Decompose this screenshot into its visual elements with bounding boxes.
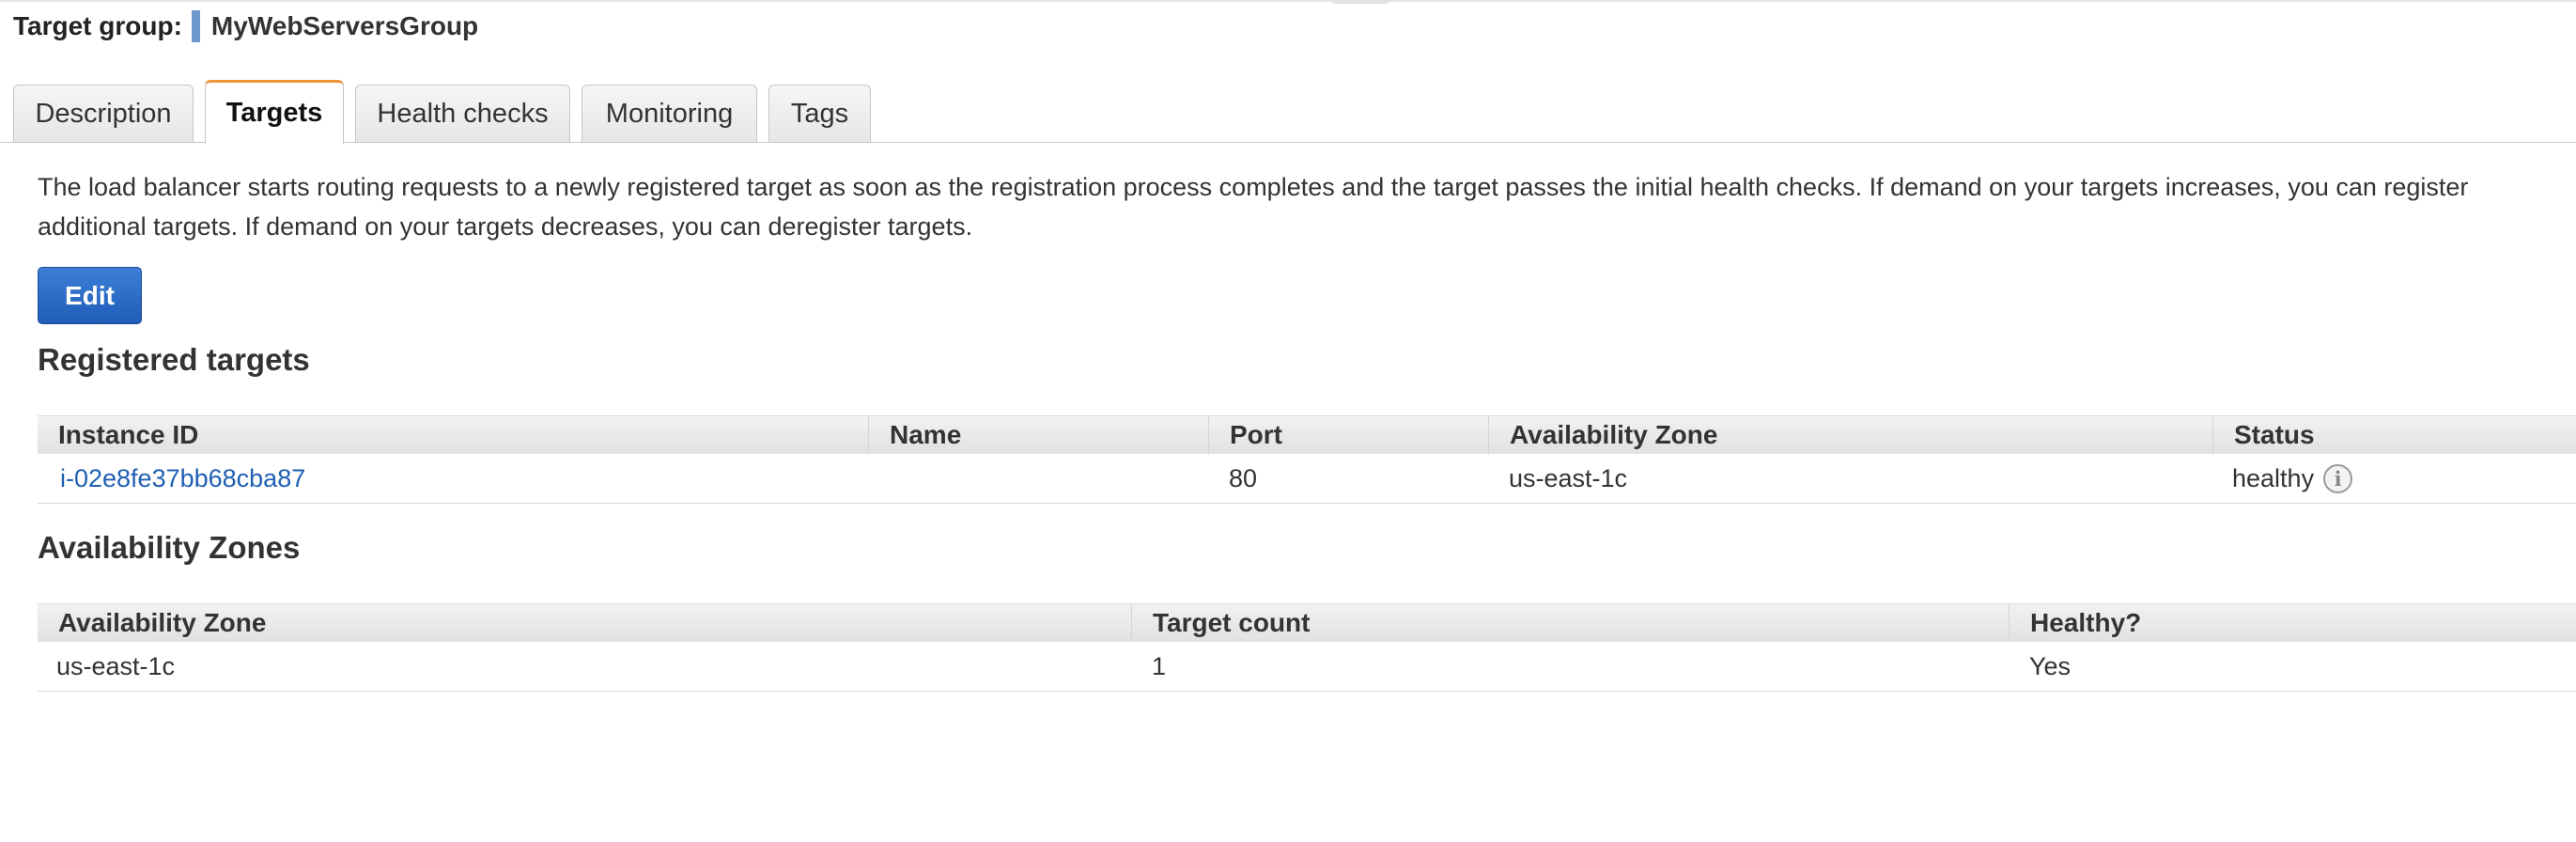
column-header-status[interactable]: Status <box>2212 416 2576 454</box>
column-header-availability-zone[interactable]: Availability Zone <box>1488 416 2212 454</box>
column-header-target-count[interactable]: Target count <box>1131 604 2009 642</box>
tab-label: Description <box>35 99 172 129</box>
resize-handle[interactable] <box>1330 0 1390 4</box>
tab-description[interactable]: Description <box>13 85 194 143</box>
availability-zones-table: Availability Zone Target count Healthy? … <box>38 603 2576 692</box>
registered-targets-title: Registered targets <box>38 342 310 377</box>
target-group-name: MyWebServersGroup <box>210 11 479 40</box>
tab-label: Targets <box>225 98 323 128</box>
tab-targets[interactable]: Targets <box>205 80 344 144</box>
description-line-2: additional targets. If demand on your ta… <box>38 212 973 241</box>
tab-label: Tags <box>790 99 849 129</box>
table-header: Instance ID Name Port Availability Zone … <box>38 415 2576 454</box>
status-value: healthy <box>2232 463 2315 492</box>
availability-zone-cell: us-east-1c <box>1509 463 1628 492</box>
tab-bar: Description Targets Health checks Monito… <box>13 80 882 144</box>
description-line-1: The load balancer starts routing request… <box>38 173 2469 201</box>
targets-description: The load balancer starts routing request… <box>38 167 2574 246</box>
info-icon[interactable]: i <box>2323 463 2353 493</box>
target-group-label: Target group: <box>13 11 182 40</box>
column-header-port[interactable]: Port <box>1208 416 1488 454</box>
target-count-cell: 1 <box>1152 651 1167 680</box>
table-row[interactable]: i-02e8fe37bb68cba87 80 us-east-1c health… <box>38 454 2576 504</box>
column-header-healthy[interactable]: Healthy? <box>2009 604 2576 642</box>
edit-button[interactable]: Edit <box>38 267 142 324</box>
top-border <box>0 0 2576 2</box>
port-cell: 80 <box>1229 463 1258 492</box>
column-header-instance-id[interactable]: Instance ID <box>38 416 868 454</box>
tab-label: Health checks <box>377 99 549 129</box>
column-header-availability-zone[interactable]: Availability Zone <box>38 604 1131 642</box>
tab-underline <box>0 142 2576 143</box>
target-group-marker <box>191 10 200 42</box>
availability-zone-cell: us-east-1c <box>56 651 176 680</box>
healthy-cell: Yes <box>2029 651 2072 680</box>
status-cell: healthy i <box>2232 454 2353 503</box>
tab-monitoring[interactable]: Monitoring <box>582 85 757 143</box>
instance-id-link[interactable]: i-02e8fe37bb68cba87 <box>60 454 305 503</box>
tab-health-checks[interactable]: Health checks <box>355 85 570 143</box>
table-row: us-east-1c 1 Yes <box>38 642 2576 692</box>
instance-id-value[interactable]: i-02e8fe37bb68cba87 <box>60 464 305 493</box>
tab-label: Monitoring <box>605 99 734 129</box>
registered-targets-table: Instance ID Name Port Availability Zone … <box>38 415 2576 504</box>
table-header: Availability Zone Target count Healthy? <box>38 603 2576 642</box>
target-group-header: Target group: MyWebServersGroup <box>13 9 478 43</box>
availability-zones-title: Availability Zones <box>38 530 301 565</box>
tab-tags[interactable]: Tags <box>768 85 871 143</box>
column-header-name[interactable]: Name <box>868 416 1208 454</box>
